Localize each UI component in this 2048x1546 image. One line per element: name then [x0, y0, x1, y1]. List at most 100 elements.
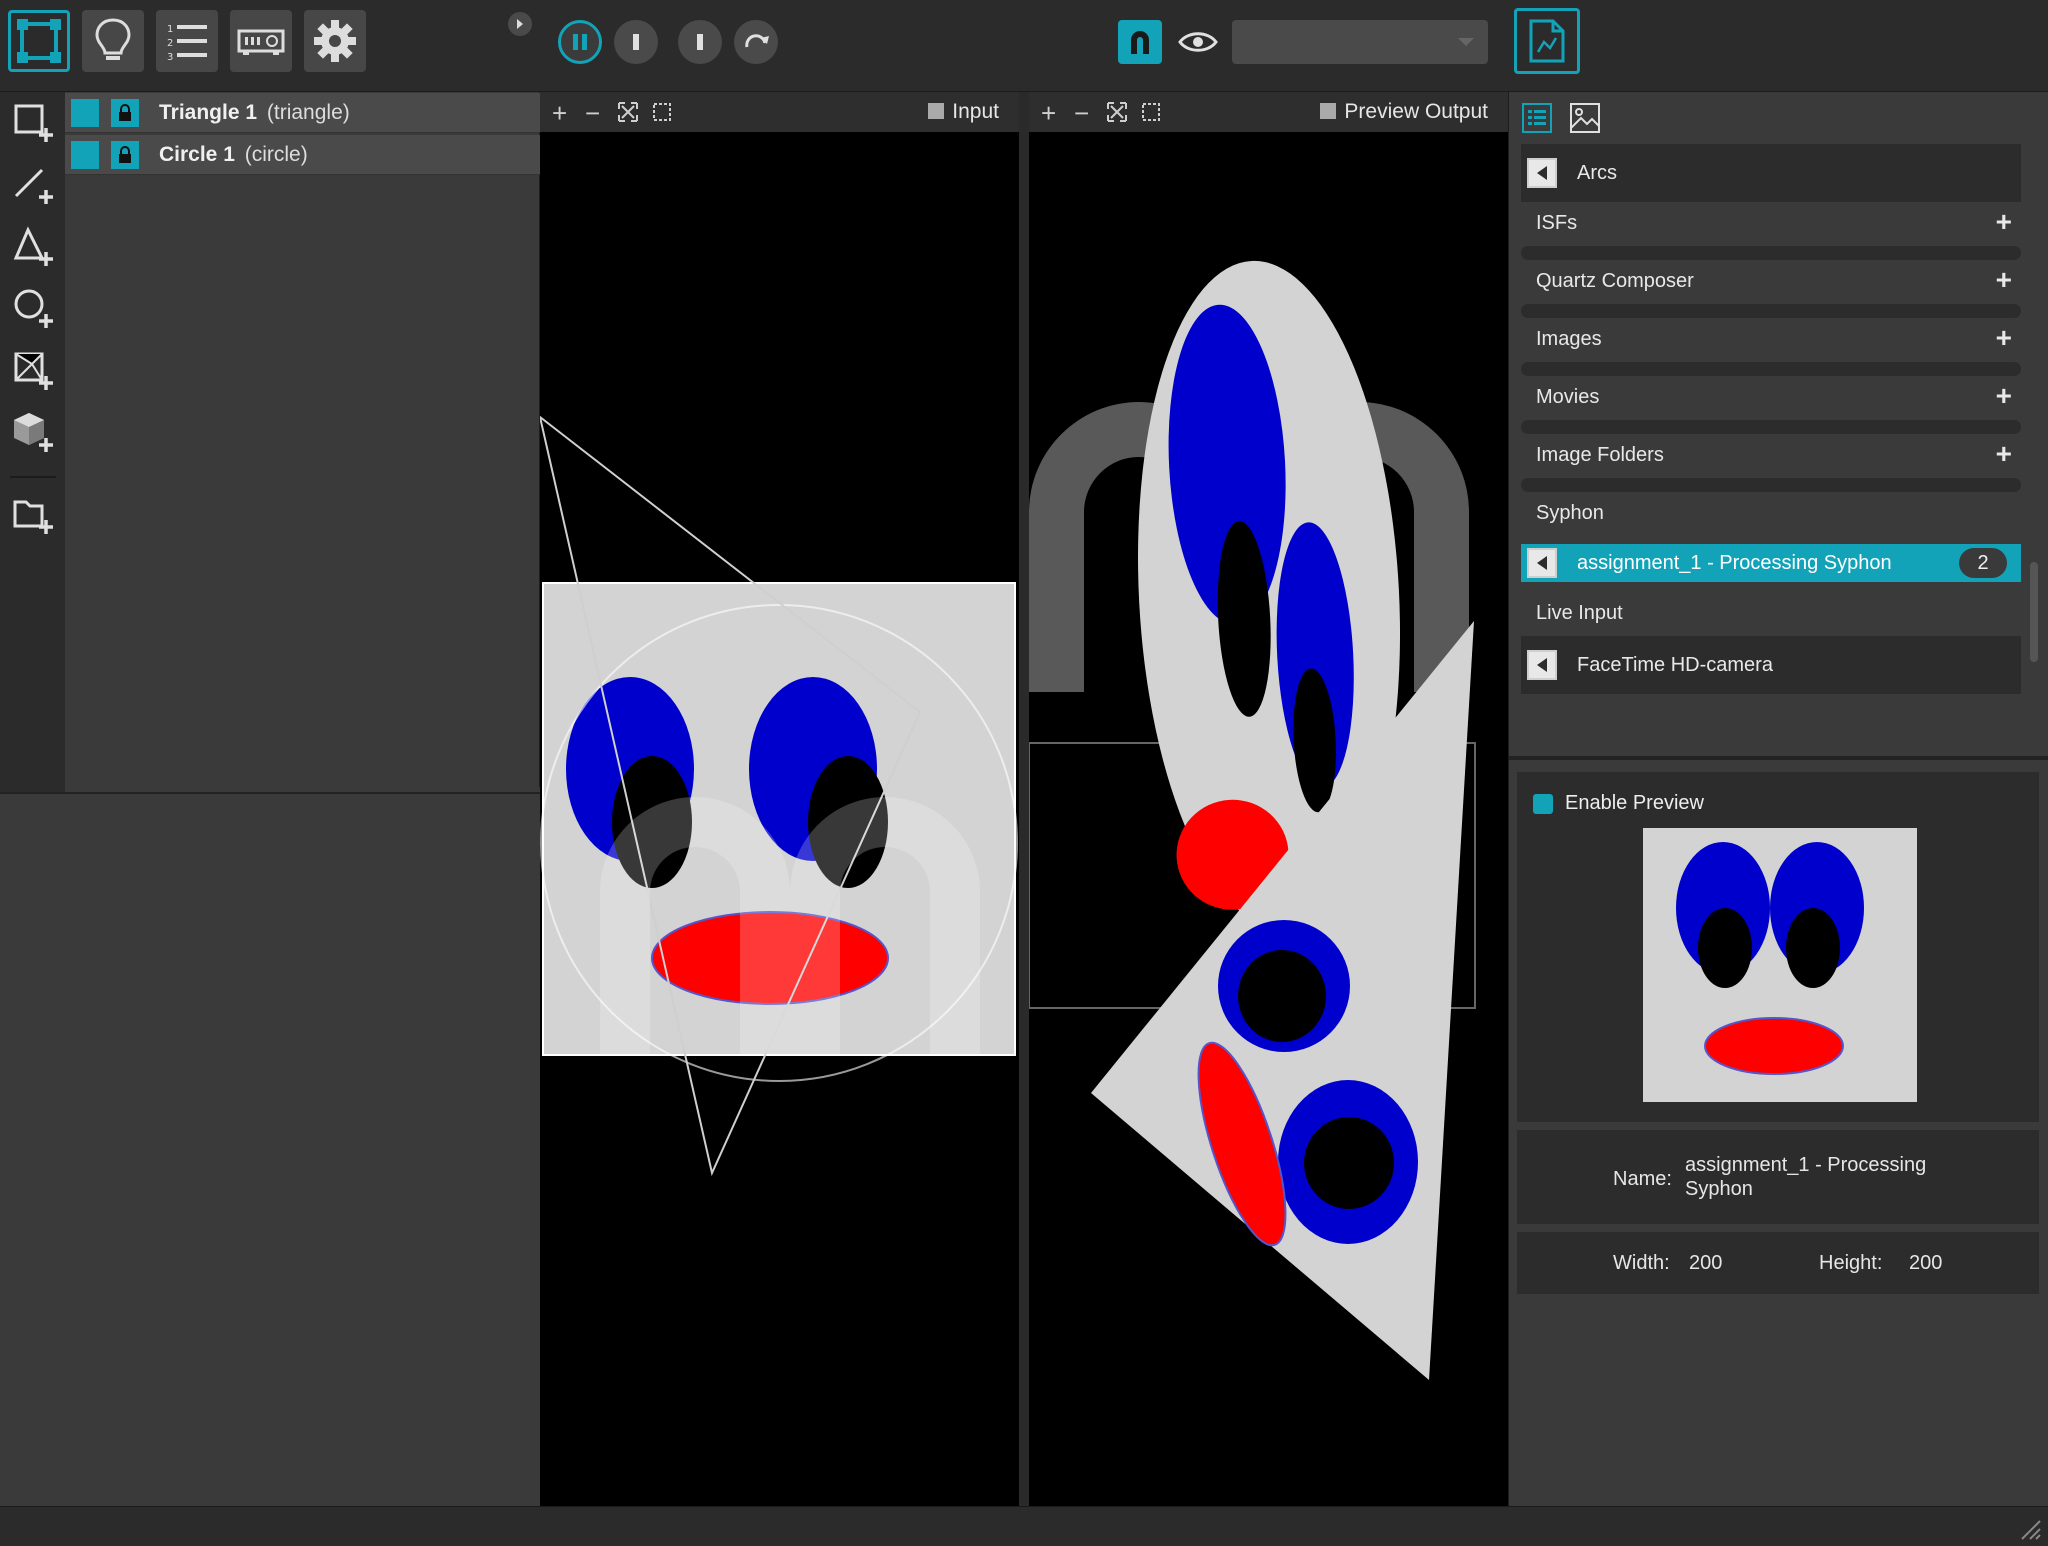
preview-box: Enable Preview: [1517, 772, 2039, 1122]
add-image-button[interactable]: +: [1996, 322, 2012, 354]
preview-select[interactable]: [1232, 20, 1488, 64]
input-canvas-drawing: [540, 415, 1018, 1177]
cue-list-button[interactable]: 1 2 3: [156, 10, 218, 72]
usage-count-badge: 2: [1959, 548, 2007, 578]
chevron-down-icon: [1458, 38, 1474, 46]
layer-row[interactable]: Circle 1 (circle): [65, 135, 540, 175]
add-cube-button[interactable]: [12, 410, 56, 454]
layer-label: Circle 1 (circle): [159, 143, 308, 167]
input-toggle-checkbox[interactable]: [928, 103, 945, 119]
add-isf-button[interactable]: +: [1996, 206, 2012, 238]
add-mesh-button[interactable]: [12, 348, 56, 392]
zoom-out-button[interactable]: −: [585, 98, 600, 129]
export-button[interactable]: [1514, 8, 1580, 74]
zoom-out-button[interactable]: −: [1074, 98, 1089, 129]
rewind-button[interactable]: [734, 20, 778, 64]
input-title-text: Input: [952, 100, 999, 123]
add-cube-icon: [14, 413, 53, 452]
layer-visibility-toggle[interactable]: [71, 98, 99, 127]
zoom-in-button[interactable]: +: [1041, 98, 1056, 129]
layer-visibility-toggle[interactable]: [71, 140, 99, 169]
pane-splitter[interactable]: [1019, 92, 1029, 1506]
add-circle-icon: [14, 289, 53, 328]
input-pane-header: + − Input: [540, 92, 1019, 132]
layer-type: (circle): [244, 142, 308, 166]
enable-preview-checkbox[interactable]: [1533, 794, 1553, 814]
document-icon: [1529, 19, 1565, 63]
input-canvas[interactable]: [540, 132, 1019, 1506]
play-icon: [697, 34, 703, 50]
gear-icon: [314, 20, 356, 62]
preview-thumbnail: [1643, 828, 1917, 1102]
layer-lock-toggle[interactable]: [111, 140, 139, 169]
sources-image-tab[interactable]: [1567, 100, 1603, 136]
source-item-syphon[interactable]: assignment_1 - Processing Syphon 2: [1521, 544, 2021, 582]
add-triangle-button[interactable]: [12, 224, 56, 268]
svg-text:2: 2: [167, 38, 173, 49]
layer-lock-toggle[interactable]: [111, 98, 139, 127]
sources-scrollbar[interactable]: [2030, 562, 2038, 662]
lock-icon: [119, 103, 131, 121]
source-play-button[interactable]: [1527, 158, 1557, 188]
source-item-camera[interactable]: FaceTime HD-camera: [1521, 636, 2021, 694]
fit-view-icon[interactable]: [618, 102, 638, 122]
add-quad-button[interactable]: [12, 100, 56, 144]
actual-size-icon[interactable]: [652, 102, 672, 122]
name-label: Name:: [1613, 1168, 1672, 1190]
source-play-button[interactable]: [1527, 650, 1557, 680]
add-image-folder-button[interactable]: +: [1996, 438, 2012, 470]
sources-list-tab[interactable]: [1519, 100, 1555, 136]
status-bar: [0, 1506, 2048, 1546]
add-line-button[interactable]: [12, 162, 56, 206]
layer-name: Circle 1: [159, 142, 235, 166]
source-item-arcs[interactable]: Arcs: [1521, 144, 2021, 202]
tool-divider: [10, 476, 56, 478]
add-quartz-composer-button[interactable]: +: [1996, 264, 2012, 296]
category-label: Live Input: [1536, 602, 1623, 624]
magnet-toggle[interactable]: [1118, 20, 1162, 64]
stop-button[interactable]: [614, 20, 658, 64]
fit-view-icon[interactable]: [1107, 102, 1127, 122]
pause-button[interactable]: [558, 20, 602, 64]
category-collapsed-bar: [1521, 478, 2021, 492]
chevron-right-icon: [517, 19, 523, 29]
image-icon: [1570, 103, 1600, 133]
layer-row[interactable]: Triangle 1 (triangle): [65, 93, 540, 133]
lock-icon: [119, 145, 131, 163]
step-button[interactable]: [678, 20, 722, 64]
panel-divider[interactable]: [1509, 756, 2048, 760]
play-left-icon: [1537, 658, 1547, 672]
category-label: Image Folders: [1536, 444, 1664, 466]
play-left-icon: [1537, 166, 1547, 180]
import-folder-button[interactable]: [12, 492, 56, 536]
input-pane: + − Input: [540, 92, 1019, 1506]
projector-icon: [237, 29, 285, 55]
zoom-in-button[interactable]: +: [552, 98, 567, 129]
source-play-button[interactable]: [1527, 548, 1557, 578]
idea-button[interactable]: [82, 10, 144, 72]
category-label: Images: [1536, 328, 1602, 350]
category-collapsed-bar: [1521, 246, 2021, 260]
mapping-mode-icon: [17, 19, 61, 63]
add-quad-icon: [14, 104, 53, 142]
settings-button[interactable]: [304, 10, 366, 72]
output-toggle-checkbox[interactable]: [1320, 103, 1337, 119]
preview-visibility-toggle[interactable]: [1176, 20, 1220, 64]
source-name-box: Name: assignment_1 - Processing Syphon: [1517, 1130, 2039, 1224]
resize-grip-icon[interactable]: [2018, 1517, 2042, 1541]
output-canvas[interactable]: [1029, 132, 1508, 1506]
category-label: Movies: [1536, 386, 1600, 408]
actual-size-icon[interactable]: [1141, 102, 1161, 122]
top-toolbar: 1 2 3: [0, 0, 2048, 92]
mapping-mode-button[interactable]: [8, 10, 70, 72]
stop-icon: [633, 34, 639, 50]
add-movie-button[interactable]: +: [1996, 380, 2012, 412]
add-line-icon: [14, 168, 53, 204]
output-setup-button[interactable]: [230, 10, 292, 72]
add-circle-button[interactable]: [12, 286, 56, 330]
layer-label: Triangle 1 (triangle): [159, 101, 350, 125]
source-item-label: Arcs: [1577, 161, 1617, 184]
properties-empty-area: [0, 792, 540, 1506]
name-value-continued: Syphon: [1685, 1178, 1753, 1200]
toolbar-expand-button[interactable]: [508, 12, 532, 36]
